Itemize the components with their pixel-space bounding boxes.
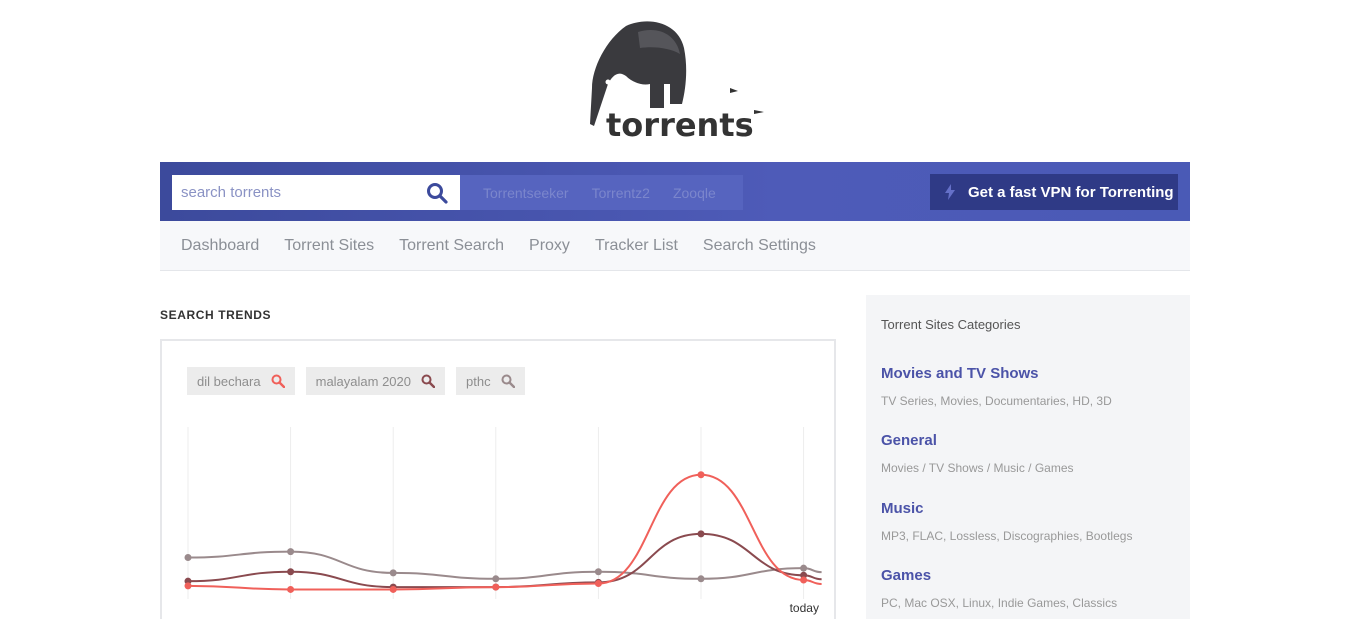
search-icon[interactable] bbox=[426, 182, 448, 204]
search-icon bbox=[501, 374, 515, 388]
search-icon bbox=[421, 374, 435, 388]
data-point[interactable] bbox=[697, 471, 705, 479]
category-games: Games PC, Mac OSX, Linux, Indie Games, C… bbox=[881, 567, 1117, 610]
data-point[interactable] bbox=[184, 554, 192, 562]
engine-zooqle[interactable]: Zooqle bbox=[673, 185, 716, 201]
data-point[interactable] bbox=[389, 569, 397, 577]
bolt-icon bbox=[945, 184, 955, 200]
nav-tracker-list[interactable]: Tracker List bbox=[595, 237, 678, 255]
data-point[interactable] bbox=[492, 575, 500, 583]
trend-tags: dil bechara malayalam 2020 pthc bbox=[187, 367, 536, 395]
trend-tag-label: dil bechara bbox=[197, 373, 261, 389]
engine-torrentseeker[interactable]: Torrentseeker bbox=[483, 185, 569, 201]
series-line bbox=[187, 550, 822, 580]
data-point[interactable] bbox=[800, 576, 808, 584]
search-header: Torrentseeker Torrentz2 Zooqle Get a fas… bbox=[160, 162, 1190, 221]
data-point[interactable] bbox=[184, 582, 192, 590]
data-point[interactable] bbox=[800, 564, 808, 572]
data-point[interactable] bbox=[594, 580, 602, 588]
data-point[interactable] bbox=[697, 530, 705, 538]
category-general: General Movies / TV Shows / Music / Game… bbox=[881, 432, 1074, 475]
data-point[interactable] bbox=[287, 585, 295, 593]
sidebar-title: Torrent Sites Categories bbox=[881, 317, 1021, 332]
category-link[interactable]: Games bbox=[881, 567, 1117, 584]
search-box bbox=[172, 175, 460, 210]
nav-torrent-sites[interactable]: Torrent Sites bbox=[284, 237, 374, 255]
search-engine-tabs: Torrentseeker Torrentz2 Zooqle bbox=[460, 175, 743, 210]
category-description: TV Series, Movies, Documentaries, HD, 3D bbox=[881, 394, 1112, 408]
data-point[interactable] bbox=[492, 583, 500, 591]
x-tick-label: today bbox=[790, 601, 819, 615]
nav-proxy[interactable]: Proxy bbox=[529, 237, 570, 255]
nav-torrent-search[interactable]: Torrent Search bbox=[399, 237, 504, 255]
data-point[interactable] bbox=[389, 585, 397, 593]
trend-tag-dil-bechara[interactable]: dil bechara bbox=[187, 367, 295, 395]
trend-tag-label: pthc bbox=[466, 373, 491, 389]
category-description: Movies / TV Shows / Music / Games bbox=[881, 461, 1074, 475]
trend-tag-label: malayalam 2020 bbox=[315, 373, 411, 389]
search-input[interactable] bbox=[172, 175, 412, 210]
categories-sidebar: Torrent Sites Categories Movies and TV S… bbox=[866, 295, 1190, 619]
logo-wordmark: torrents bbox=[606, 106, 754, 144]
trend-tag-pthc[interactable]: pthc bbox=[456, 367, 525, 395]
data-point[interactable] bbox=[697, 575, 705, 583]
vpn-button[interactable]: Get a fast VPN for Torrenting bbox=[930, 174, 1178, 210]
engine-torrentz2[interactable]: Torrentz2 bbox=[592, 185, 650, 201]
nav-search-settings[interactable]: Search Settings bbox=[703, 237, 816, 255]
data-point[interactable] bbox=[287, 568, 295, 576]
vpn-button-label: Get a fast VPN for Torrenting bbox=[968, 183, 1174, 201]
category-link[interactable]: Movies and TV Shows bbox=[881, 365, 1112, 382]
nav-dashboard[interactable]: Dashboard bbox=[181, 237, 259, 255]
search-trends-card: today dil bechara malayalam 2020 pthc bbox=[160, 339, 836, 619]
data-point[interactable] bbox=[287, 548, 295, 556]
trend-tag-malayalam-2020[interactable]: malayalam 2020 bbox=[305, 367, 445, 395]
section-title-search-trends: SEARCH TRENDS bbox=[160, 308, 272, 322]
data-point[interactable] bbox=[594, 568, 602, 576]
category-movies-tv: Movies and TV Shows TV Series, Movies, D… bbox=[881, 365, 1112, 408]
category-description: PC, Mac OSX, Linux, Indie Games, Classic… bbox=[881, 596, 1118, 610]
main-nav: Dashboard Torrent Sites Torrent Search P… bbox=[160, 221, 1190, 271]
category-music: Music MP3, FLAC, Lossless, Discographies… bbox=[881, 500, 1132, 543]
search-icon bbox=[271, 374, 285, 388]
category-link[interactable]: Music bbox=[881, 500, 1132, 517]
category-link[interactable]: General bbox=[881, 432, 1074, 449]
category-description: MP3, FLAC, Lossless, Discographies, Boot… bbox=[881, 529, 1133, 543]
